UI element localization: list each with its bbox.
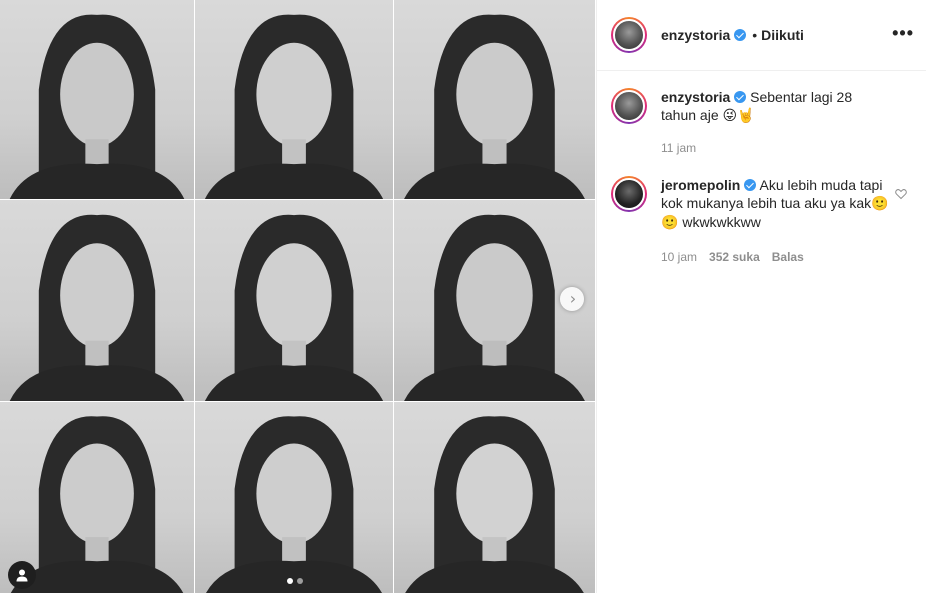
verified-badge-icon (734, 91, 747, 103)
post-side-panel: enzystoria • Diikuti ••• enzystoria Sebe… (596, 0, 926, 593)
collage-photo (195, 200, 393, 401)
comment-item: jeromepolin Aku lebih muda tapi kok muka… (611, 176, 921, 266)
photo-collage (0, 0, 595, 593)
user-icon (16, 569, 28, 582)
verified-badge-icon (744, 179, 757, 191)
follow-status-button[interactable]: Diikuti (761, 27, 804, 43)
reply-button[interactable]: Balas (772, 248, 804, 266)
caption-avatar[interactable] (611, 88, 647, 124)
heart-icon[interactable] (895, 188, 907, 200)
caption: enzystoria Sebentar lagi 28 tahun aje 😜🤘… (611, 88, 921, 157)
carousel-next-button[interactable]: › (560, 287, 584, 311)
verified-badge-icon (734, 29, 747, 41)
caption-username[interactable]: enzystoria (661, 89, 730, 105)
comment-timestamp[interactable]: 10 jam (661, 248, 697, 266)
collage-photo (195, 402, 393, 593)
tagged-users-button[interactable] (8, 561, 36, 589)
header-separator: • (752, 27, 758, 43)
chevron-right-icon: › (569, 289, 577, 308)
caption-timestamp[interactable]: 11 jam (661, 139, 696, 157)
post-header: enzystoria • Diikuti ••• (597, 0, 926, 71)
post-media[interactable]: › (0, 0, 595, 593)
comment-text-suffix: wkwkwkkww (682, 214, 761, 230)
collage-photo (394, 0, 595, 199)
author-avatar[interactable] (611, 17, 647, 53)
carousel-dot-active (287, 578, 293, 584)
collage-photo (394, 402, 595, 593)
collage-photo (195, 0, 393, 199)
collage-photo (0, 200, 194, 401)
carousel-dot (297, 578, 303, 584)
carousel-indicator (287, 578, 303, 584)
collage-photo (0, 0, 194, 199)
caption-emoji: 😜🤘 (722, 108, 755, 124)
commenter-avatar[interactable] (611, 176, 647, 212)
more-options-icon[interactable]: ••• (892, 24, 914, 42)
comment-likes[interactable]: 352 suka (709, 248, 760, 266)
author-username[interactable]: enzystoria (661, 27, 730, 43)
comment-username[interactable]: jeromepolin (661, 177, 740, 193)
